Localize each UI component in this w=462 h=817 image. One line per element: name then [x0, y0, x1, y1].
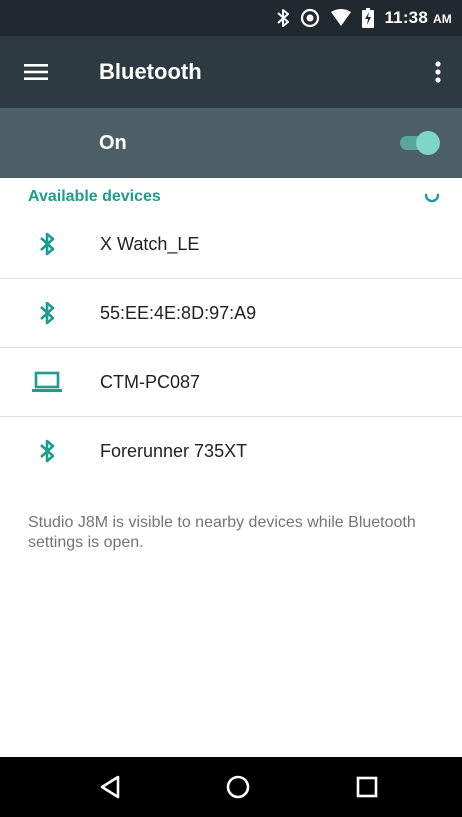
- device-name: X Watch_LE: [100, 234, 200, 254]
- back-icon: [100, 775, 120, 799]
- navigation-bar: [0, 757, 462, 817]
- battery-charging-icon: [362, 8, 375, 28]
- status-time: 11:38 AM: [384, 8, 452, 28]
- menu-icon: [24, 64, 48, 80]
- back-button[interactable]: [95, 772, 125, 802]
- device-list: X Watch_LE 55:EE:4E:8D:97:A9 CTM-PC087 F…: [0, 210, 462, 485]
- app-bar: Bluetooth: [0, 36, 462, 108]
- bluetooth-icon: [276, 8, 290, 28]
- device-name: CTM-PC087: [100, 372, 201, 392]
- switch-label: On: [99, 132, 127, 154]
- status-bar: 11:38 AM: [0, 0, 462, 36]
- toggle-thumb: [416, 131, 440, 155]
- wifi-icon: [330, 9, 352, 27]
- laptop-icon: [30, 368, 64, 396]
- bluetooth-master-switch-bar[interactable]: On: [0, 108, 462, 178]
- bluetooth-icon: [30, 299, 64, 327]
- overflow-menu-button[interactable]: [430, 58, 446, 86]
- page-title: Bluetooth: [99, 59, 202, 84]
- menu-button[interactable]: [22, 58, 50, 86]
- status-icons: 11:38 AM: [276, 0, 452, 36]
- recents-button[interactable]: [352, 772, 382, 802]
- home-button[interactable]: [223, 772, 253, 802]
- bluetooth-icon: [30, 437, 64, 465]
- do-not-disturb-icon: [300, 8, 320, 28]
- device-row[interactable]: 55:EE:4E:8D:97:A9: [0, 279, 462, 348]
- bluetooth-toggle[interactable]: [400, 131, 440, 155]
- device-row[interactable]: CTM-PC087: [0, 348, 462, 417]
- bluetooth-settings-screen: 11:38 AM Bluetooth On Available devices …: [0, 0, 462, 817]
- device-row[interactable]: X Watch_LE: [0, 210, 462, 279]
- status-time-ampm: AM: [432, 12, 452, 26]
- home-icon: [226, 775, 250, 799]
- device-row[interactable]: Forerunner 735XT: [0, 417, 462, 485]
- device-name: 55:EE:4E:8D:97:A9: [100, 303, 257, 323]
- status-time-value: 11:38: [384, 8, 428, 27]
- available-devices-header: Available devices: [28, 188, 161, 205]
- bluetooth-icon: [30, 230, 64, 258]
- recents-icon: [356, 776, 378, 798]
- device-name: Forerunner 735XT: [100, 441, 248, 461]
- more-vert-icon: [435, 61, 441, 83]
- visibility-note: Studio J8M is visible to nearby devices …: [28, 514, 416, 551]
- progress-spinner-icon: [424, 193, 440, 203]
